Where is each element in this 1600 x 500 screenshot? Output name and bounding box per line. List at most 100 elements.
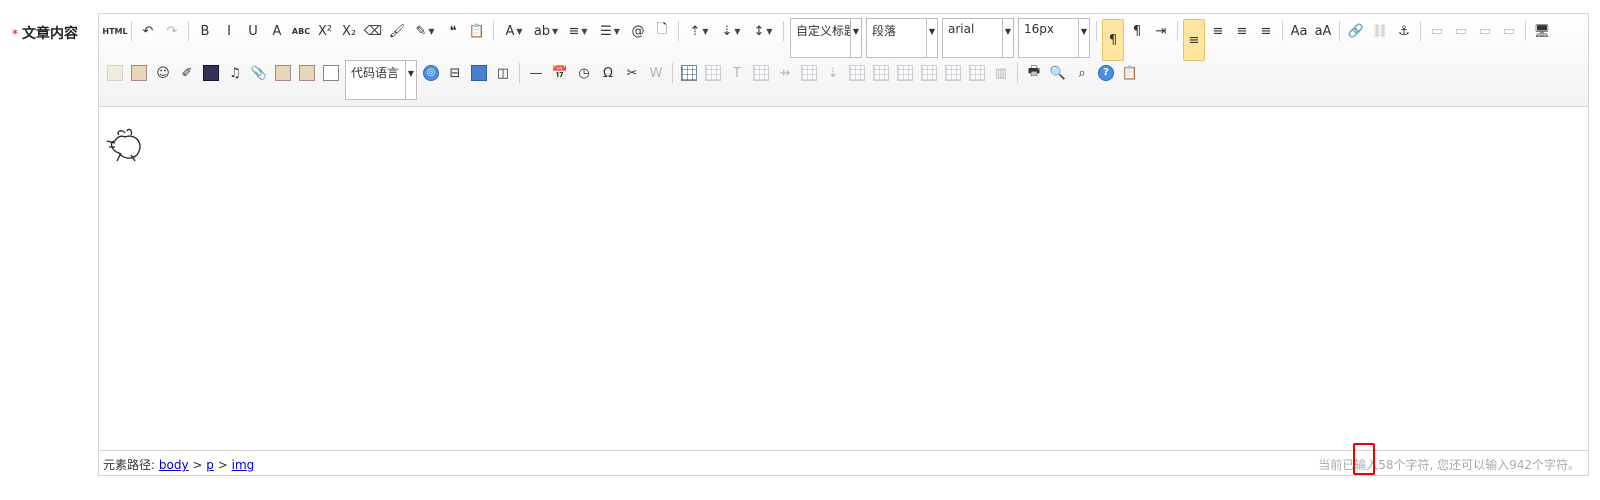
chevron-down-icon[interactable]: ▼	[1078, 19, 1089, 57]
simple-upload-button[interactable]	[104, 62, 126, 84]
image-center-button[interactable]: ▭	[1498, 20, 1520, 42]
time-button[interactable]: ◷	[573, 62, 595, 84]
print-button[interactable]: 🖶	[1023, 62, 1045, 84]
path-item-body[interactable]: body	[159, 458, 189, 472]
anchor-button[interactable]: ⚓	[1393, 20, 1415, 42]
indent-button[interactable]: ⇥	[1150, 20, 1172, 42]
path-item-p[interactable]: p	[206, 458, 214, 472]
undo-button[interactable]: ↶	[137, 20, 159, 42]
split-to-rows-button[interactable]	[942, 62, 964, 84]
chevron-down-icon[interactable]: ▼	[1002, 19, 1013, 57]
delete-row-button[interactable]: ⇸	[774, 62, 796, 84]
emotion-button[interactable]: ☺	[152, 62, 174, 84]
font-family-select[interactable]: arial ▼	[942, 18, 1014, 58]
italic-icon: I	[227, 23, 231, 39]
insert-table-button[interactable]	[678, 62, 700, 84]
html-source-button[interactable]: HTML	[102, 20, 127, 42]
font-color-button[interactable]: A ▼	[499, 20, 529, 42]
date-button[interactable]: 📅	[549, 62, 571, 84]
gmap-button[interactable]	[296, 62, 318, 84]
page-break-button[interactable]: ⊟	[444, 62, 466, 84]
template-button[interactable]	[468, 62, 490, 84]
font-border-button[interactable]: A	[266, 20, 288, 42]
italic-button[interactable]: I	[218, 20, 240, 42]
justify-center-button[interactable]: ≡	[1207, 20, 1229, 42]
blockquote-button[interactable]: ❝	[442, 20, 464, 42]
merge-down-button[interactable]	[894, 62, 916, 84]
unlink-button[interactable]: ⛓	[1369, 20, 1391, 42]
chart-button[interactable]: ▥	[990, 62, 1012, 84]
subscript-button[interactable]: X₂	[338, 20, 360, 42]
editor-content-area[interactable]	[99, 107, 1588, 450]
auto-format-button[interactable]: ✎ ▼	[410, 20, 440, 42]
redo-button[interactable]: ↷	[161, 20, 183, 42]
image-left-button[interactable]: ▭	[1450, 20, 1472, 42]
row-spacing-top-button[interactable]: ⇡ ▼	[684, 20, 714, 42]
split-to-cells-button[interactable]	[918, 62, 940, 84]
direction-ltr-button[interactable]: ¶	[1102, 19, 1124, 61]
map-button[interactable]	[272, 62, 294, 84]
auto-format-icon: ✎	[415, 23, 427, 39]
back-color-button[interactable]: ab ▼	[531, 20, 561, 42]
chevron-down-icon: ▼	[702, 26, 709, 36]
underline-button[interactable]: U	[242, 20, 264, 42]
find-button[interactable]: ⌕	[1071, 62, 1093, 84]
delete-col-button[interactable]: ⇣	[822, 62, 844, 84]
paragraph-select[interactable]: 段落 ▼	[866, 18, 938, 58]
help-button[interactable]: ?	[1095, 62, 1117, 84]
chevron-down-icon[interactable]: ▼	[850, 19, 861, 57]
image-none-button[interactable]: ▭	[1426, 20, 1448, 42]
delete-table-button[interactable]	[702, 62, 724, 84]
chevron-down-icon[interactable]: ▼	[926, 19, 937, 57]
justify-left-button[interactable]: ≡	[1183, 19, 1205, 61]
music-button[interactable]: ♫	[224, 62, 246, 84]
unordered-list-button[interactable]: ☰ ▼	[595, 20, 625, 42]
merge-right-button[interactable]	[870, 62, 892, 84]
horizontal-rule-button[interactable]: —	[525, 62, 547, 84]
to-lowercase-button[interactable]: aA	[1312, 20, 1334, 42]
scrawl-button[interactable]: ✐	[176, 62, 198, 84]
link-button[interactable]: 🔗	[1345, 20, 1367, 42]
word-image-button[interactable]: W	[645, 62, 667, 84]
strikethrough-button[interactable]: ABC	[290, 20, 312, 42]
clear-doc-button[interactable]: 🗋	[651, 20, 673, 42]
snapscreen-button[interactable]: ✂	[621, 62, 643, 84]
insert-col-button[interactable]	[798, 62, 820, 84]
select-all-button[interactable]: @	[627, 20, 649, 42]
custom-style-select[interactable]: 自定义标题▼	[790, 18, 862, 58]
eraser-button[interactable]: ⌫	[362, 20, 384, 42]
background-button[interactable]: ◫	[492, 62, 514, 84]
bold-button[interactable]: B	[194, 20, 216, 42]
insert-video-button[interactable]	[200, 62, 222, 84]
insert-paragraph-before-table-button[interactable]: T	[726, 62, 748, 84]
attachment-button[interactable]: 📎	[248, 62, 270, 84]
ordered-list-button[interactable]: ≡ ▼	[563, 20, 593, 42]
path-item-img[interactable]: img	[232, 458, 255, 472]
superscript-button[interactable]: X²	[314, 20, 336, 42]
insert-row-button[interactable]	[750, 62, 772, 84]
paste-plain-button[interactable]: 📋	[466, 20, 488, 42]
special-chars-button[interactable]: Ω	[597, 62, 619, 84]
merge-cells-button[interactable]	[846, 62, 868, 84]
format-match-button[interactable]: 🖌	[386, 20, 408, 42]
insert-frame-button[interactable]	[320, 62, 342, 84]
direction-rtl-button[interactable]: ¶	[1126, 20, 1148, 42]
font-size-select[interactable]: 16px ▼	[1018, 18, 1090, 58]
row-spacing-bottom-button[interactable]: ⇣ ▼	[716, 20, 746, 42]
element-path-label: 元素路径:	[103, 458, 156, 472]
image-right-button[interactable]: ▭	[1474, 20, 1496, 42]
code-language-select[interactable]: 代码语言 ▼	[345, 60, 417, 100]
chevron-down-icon[interactable]: ▼	[405, 61, 416, 99]
to-uppercase-button[interactable]: Aa	[1288, 20, 1310, 42]
justify-full-button[interactable]: ≡	[1255, 20, 1277, 42]
drafts-button[interactable]: 📋	[1119, 62, 1141, 84]
webapp-button[interactable]: ◎	[420, 62, 442, 84]
search-replace-button[interactable]: 🔍	[1047, 62, 1069, 84]
line-height-button[interactable]: ↕ ▼	[748, 20, 778, 42]
insert-image-button[interactable]	[128, 62, 150, 84]
element-path: 元素路径: body > p > img	[103, 456, 254, 473]
justify-right-button[interactable]: ≡	[1231, 20, 1253, 42]
preview-button[interactable]: 🖥	[1531, 20, 1553, 42]
split-to-cols-button[interactable]	[966, 62, 988, 84]
scrawl-image[interactable]	[105, 127, 145, 163]
